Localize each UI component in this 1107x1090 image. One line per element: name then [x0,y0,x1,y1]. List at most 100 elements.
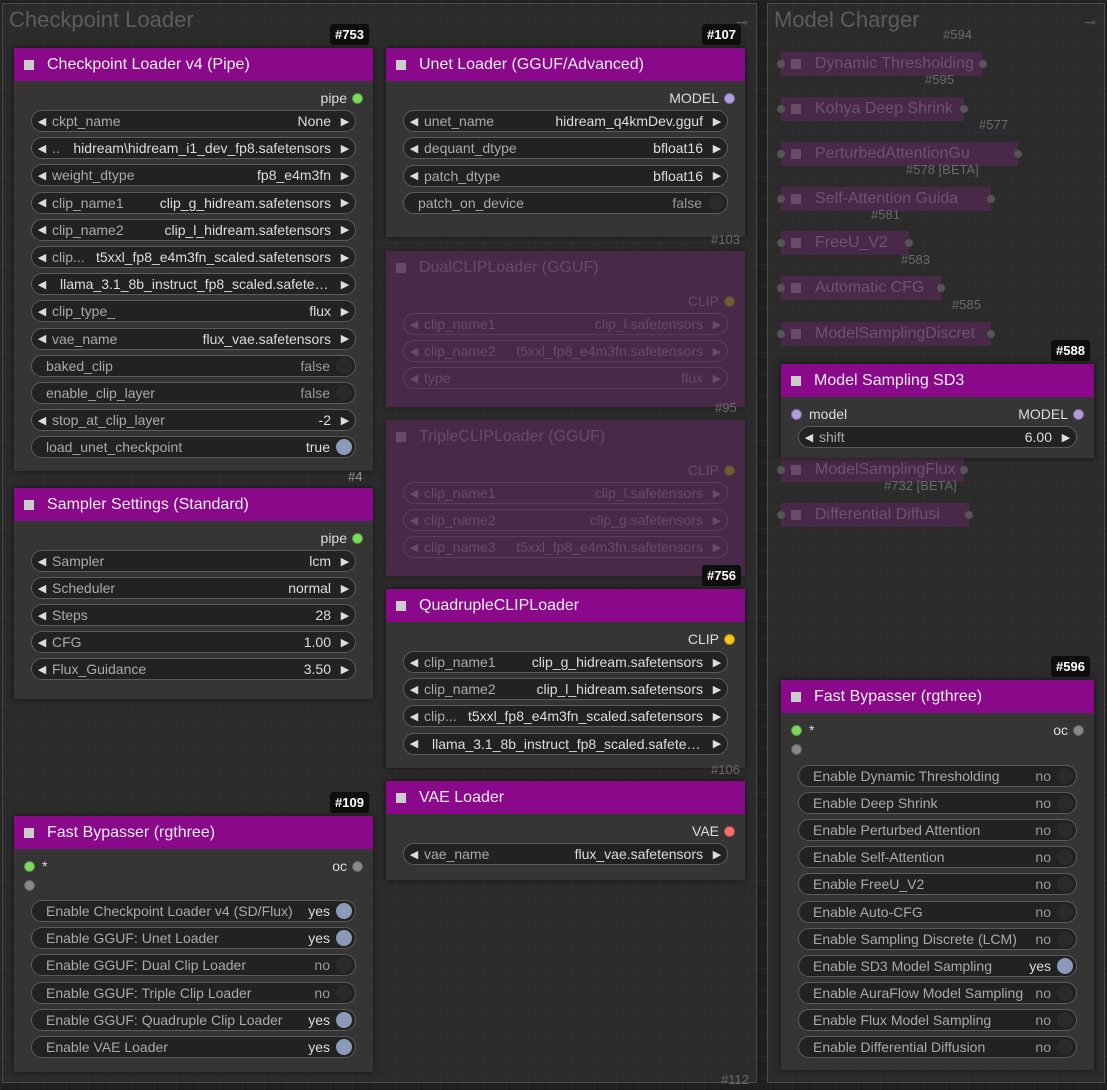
collapsed-node[interactable]: Automatic CFG [781,276,941,300]
arrow-left-icon[interactable]: ◀ [32,663,52,676]
combo-widget[interactable]: ◀ stop_at_clip_layer -2 ▶ [31,409,356,432]
arrow-right-icon[interactable]: ▶ [707,683,727,696]
arrow-right-icon[interactable]: ▶ [707,656,727,669]
output-clip[interactable]: CLIP [688,462,735,478]
collapse-toggle-icon[interactable] [396,600,406,611]
input-empty[interactable] [24,880,42,891]
arrow-left-icon[interactable]: ◀ [404,683,424,696]
bypass-toggle[interactable]: Enable Auto-CFG no [798,900,1077,923]
toggle-knob-icon[interactable] [1057,903,1073,920]
combo-widget[interactable]: ◀ patch_dtype bfloat16 ▶ [403,164,728,187]
output-pipe[interactable]: pipe [321,530,363,546]
arrow-left-icon[interactable]: ◀ [32,223,52,236]
combo-widget[interactable]: ◀ clip_name1 clip_g_hidream.safetensors ▶ [31,191,356,214]
arrow-left-icon[interactable]: ◀ [32,196,52,209]
toggle-knob-icon[interactable] [1057,1011,1073,1028]
output-dot-icon[interactable] [724,633,735,645]
arrow-right-icon[interactable]: ▶ [335,609,355,622]
arrow-left-icon[interactable]: ◀ [404,656,424,669]
arrow-left-icon[interactable]: ◀ [32,636,52,649]
toggle-knob-icon[interactable] [336,357,352,374]
input-dot-icon[interactable] [777,330,785,338]
output-clip[interactable]: CLIP [688,631,735,647]
arrow-right-icon[interactable]: ▶ [707,541,727,554]
toggle-knob-icon[interactable] [336,984,352,1001]
toggle-widget[interactable]: baked_clip false [31,354,356,377]
arrow-left-icon[interactable]: ◀ [404,318,424,331]
combo-widget[interactable]: ◀ clip_name1 clip_l.safetensors ▶ [403,482,728,504]
node-unet-loader[interactable]: Unet Loader (GGUF/Advanced) MODEL ◀ unet_… [386,48,745,237]
arrow-right-icon[interactable]: ▶ [707,514,727,527]
arrow-left-icon[interactable]: ◀ [404,710,424,723]
node-fast-bypasser-2[interactable]: Fast Bypasser (rgthree) * oc Enable Dyna… [781,680,1094,1070]
combo-widget[interactable]: ◀ clip... t5xxl_fp8_e4m3fn_scaled.safetens… [403,705,728,728]
combo-widget[interactable]: ◀ clip_name2 clip_g.safetensors ▶ [403,509,728,531]
arrow-left-icon[interactable]: ◀ [32,555,52,568]
arrow-left-icon[interactable]: ◀ [32,115,52,128]
node-dual-clip-loader[interactable]: DualCLIPLoader (GGUF) CLIP ◀ clip_name1 cl… [386,251,745,407]
combo-widget[interactable]: ◀ type flux ▶ [403,367,728,389]
output-model[interactable]: MODEL [669,90,735,106]
combo-widget[interactable]: ◀ shift 6.00 ▶ [798,426,1077,448]
bypass-toggle[interactable]: Enable GGUF: Dual Clip Loader no [31,954,356,977]
combo-widget[interactable]: ◀ clip_name2 t5xxl_fp8_e4m3fn.safetensors ▶ [403,340,728,362]
input-dot-icon[interactable] [791,724,802,736]
arrow-right-icon[interactable]: ▶ [335,196,355,209]
input-dot-icon[interactable] [777,195,785,203]
output-dot-icon[interactable] [1014,150,1022,158]
arrow-right-icon[interactable]: ▶ [335,636,355,649]
arrow-left-icon[interactable]: ◀ [404,372,424,385]
collapse-toggle-icon[interactable] [24,499,34,510]
combo-widget[interactable]: ◀ Flux_Guidance 3.50 ▶ [31,658,356,680]
input-model[interactable]: model [791,406,847,422]
arrow-right-icon[interactable]: ▶ [707,169,727,182]
input-dot-icon[interactable] [791,744,802,755]
arrow-right-icon[interactable]: ▶ [335,169,355,182]
combo-widget[interactable]: ◀ Scheduler normal ▶ [31,577,356,599]
bypass-toggle[interactable]: Enable VAE Loader yes [31,1036,356,1058]
node-header[interactable]: DualCLIPLoader (GGUF) [386,251,745,284]
arrow-left-icon[interactable]: ◀ [404,115,424,128]
arrow-right-icon[interactable]: ▶ [335,582,355,595]
toggle-knob-icon[interactable] [1057,849,1073,866]
node-sampler-settings[interactable]: Sampler Settings (Standard) pipe ◀ Sample… [14,488,373,699]
combo-widget[interactable]: ◀ clip... t5xxl_fp8_e4m3fn_scaled.safetens… [31,246,356,268]
arrow-left-icon[interactable]: ◀ [404,142,424,155]
toggle-knob-icon[interactable] [1057,822,1073,839]
output-dot-icon[interactable] [905,239,913,247]
input-dot-icon[interactable] [777,239,785,247]
bypass-toggle[interactable]: Enable SD3 Model Sampling yes [798,954,1077,977]
arrow-left-icon[interactable]: ◀ [404,345,424,358]
arrow-left-icon[interactable]: ◀ [404,169,424,182]
node-triple-clip-loader[interactable]: TripleCLIPLoader (GGUF) CLIP ◀ clip_name1… [386,420,745,576]
bypass-toggle[interactable]: Enable GGUF: Triple Clip Loader no [31,981,356,1004]
arrow-right-icon[interactable]: ▶ [335,663,355,676]
arrow-right-icon[interactable]: ▶ [707,737,727,750]
arrow-left-icon[interactable]: ◀ [404,848,424,861]
combo-widget[interactable]: ◀ clip_name3 t5xxl_fp8_e4m3fn.safetensors ▶ [403,536,728,558]
arrow-right-icon[interactable]: ▶ [335,223,355,236]
arrow-right-icon[interactable]: ▶ [335,305,355,318]
node-header[interactable]: Fast Bypasser (rgthree) [14,816,373,849]
arrow-right-icon[interactable]: ▶ [707,345,727,358]
node-header[interactable]: VAE Loader [386,781,745,814]
collapse-toggle-icon[interactable] [396,431,406,442]
arrow-left-icon[interactable]: ◀ [32,332,52,345]
output-dot-icon[interactable] [965,511,973,519]
combo-widget[interactable]: ◀ llama_3.1_8b_instruct_fp8_scaled.safete… [31,273,356,296]
arrow-right-icon[interactable]: ▶ [335,142,355,155]
arrow-right-icon[interactable]: ▶ [707,318,727,331]
arrow-left-icon[interactable]: ◀ [32,582,52,595]
combo-widget[interactable]: ◀ weight_dtype fp8_e4m3fn ▶ [31,164,356,187]
combo-widget[interactable]: ◀ clip_name1 clip_g_hidream.safetensors ▶ [403,651,728,673]
arrow-left-icon[interactable]: ◀ [32,305,52,318]
collapse-toggle-icon[interactable] [791,283,801,293]
collapse-toggle-icon[interactable] [791,375,801,386]
collapse-toggle-icon[interactable] [791,238,801,248]
collapsed-node[interactable]: FreeU_V2 [781,231,909,255]
collapse-toggle-icon[interactable] [791,691,801,702]
bypass-toggle[interactable]: Enable GGUF: Quadruple Clip Loader yes [31,1008,356,1031]
node-header[interactable]: Fast Bypasser (rgthree) [781,680,1094,713]
collapse-toggle-icon[interactable] [791,465,801,475]
output-dot-icon[interactable] [724,825,735,837]
